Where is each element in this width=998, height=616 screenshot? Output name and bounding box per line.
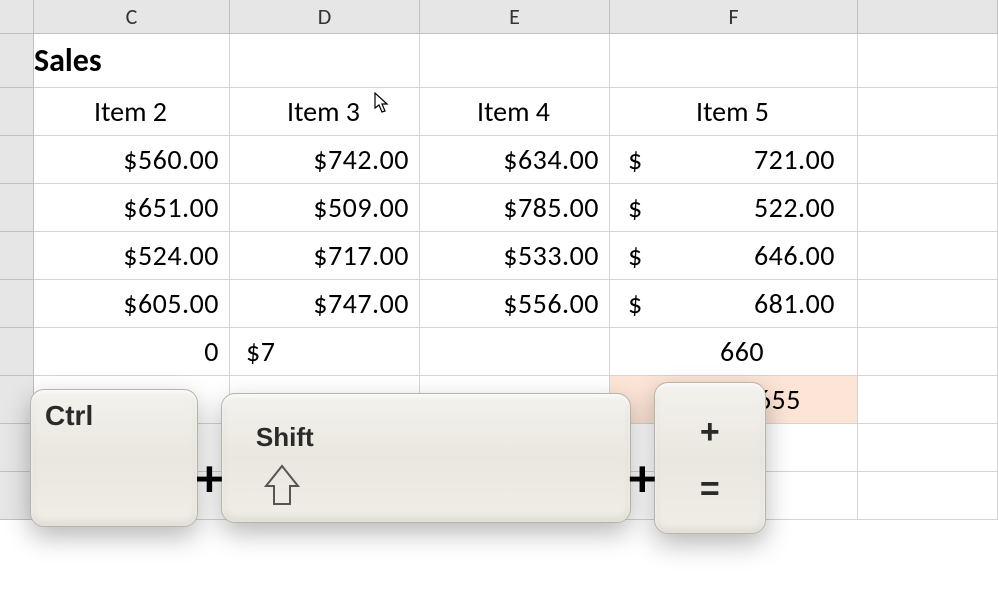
col-header-g[interactable] (858, 0, 998, 33)
row-head[interactable] (0, 232, 34, 280)
plus-symbol: + (700, 413, 720, 452)
plus-equals-key: + = (654, 382, 766, 534)
cell-e[interactable]: $634.00 (420, 136, 610, 184)
ctrl-key: Ctrl (30, 389, 198, 527)
cell-f[interactable]: $ 681.00 (610, 280, 858, 328)
plus-joiner: + (629, 445, 656, 511)
cell[interactable] (420, 328, 610, 376)
keyboard-shortcut-overlay: Ctrl + Shift + + = (30, 382, 766, 534)
data-row: $605.00 $747.00 $556.00 $ 681.00 (0, 280, 998, 328)
equals-symbol: = (700, 470, 720, 509)
cell[interactable] (858, 136, 998, 184)
cell[interactable] (858, 34, 998, 88)
cell-e[interactable]: $785.00 (420, 184, 610, 232)
cell-d[interactable]: $742.00 (230, 136, 420, 184)
cell-e[interactable]: $556.00 (420, 280, 610, 328)
title-row: Sales (0, 34, 998, 88)
data-row: $524.00 $717.00 $533.00 $ 646.00 (0, 232, 998, 280)
dollar-sign: $ (628, 190, 643, 225)
row-head[interactable] (0, 424, 34, 472)
shift-label: Shift (256, 422, 314, 452)
data-row: $560.00 $742.00 $634.00 $ 721.00 (0, 136, 998, 184)
cell[interactable] (610, 34, 858, 88)
data-row: $651.00 $509.00 $785.00 $ 522.00 (0, 184, 998, 232)
cell-c-frag[interactable]: 0 (34, 328, 230, 376)
row-head[interactable] (0, 34, 34, 88)
cell[interactable] (230, 34, 420, 88)
cell[interactable] (858, 280, 998, 328)
row-head[interactable] (0, 88, 34, 136)
header-stub (0, 0, 34, 33)
data-row-partial: 0 $7 660 (0, 328, 998, 376)
shift-key: Shift (221, 393, 631, 523)
amount: 681.00 (754, 286, 835, 321)
row-head[interactable] (0, 184, 34, 232)
cell-f[interactable]: $ 646.00 (610, 232, 858, 280)
cell[interactable] (858, 232, 998, 280)
cell[interactable] (858, 472, 998, 520)
dollar-sign: $ (628, 142, 643, 177)
cell-d[interactable]: $509.00 (230, 184, 420, 232)
col-header-d[interactable]: D (230, 0, 420, 33)
row-head[interactable] (0, 328, 34, 376)
col-header-f[interactable]: F (610, 0, 858, 33)
dollar-sign: $ (628, 286, 643, 321)
amount: 646.00 (754, 238, 835, 273)
cell[interactable] (858, 88, 998, 136)
cell[interactable] (858, 424, 998, 472)
amount: 721.00 (754, 142, 835, 177)
header-item-5[interactable]: Item 5 (610, 88, 858, 136)
row-head[interactable] (0, 472, 34, 520)
row-head[interactable] (0, 280, 34, 328)
cell[interactable] (858, 376, 998, 424)
cell[interactable] (858, 184, 998, 232)
cell-c[interactable]: $524.00 (34, 232, 230, 280)
cell-f[interactable]: $ 522.00 (610, 184, 858, 232)
plus-joiner: + (196, 445, 223, 511)
col-header-c[interactable]: C (34, 0, 230, 33)
cell-c[interactable]: $651.00 (34, 184, 230, 232)
row-head[interactable] (0, 136, 34, 184)
cell-f-frag[interactable]: 660 (610, 328, 858, 376)
header-item-4[interactable]: Item 4 (420, 88, 610, 136)
title-cell[interactable]: Sales (34, 34, 230, 88)
header-row: Item 2 Item 3 Item 4 Item 5 (0, 88, 998, 136)
header-item-3[interactable]: Item 3 (230, 88, 420, 136)
cell-c[interactable]: $605.00 (34, 280, 230, 328)
column-header-row: C D E F (0, 0, 998, 34)
spreadsheet-view: C D E F Sales Item 2 Item 3 Item 4 Item … (0, 0, 998, 616)
cell[interactable] (858, 328, 998, 376)
cell[interactable] (420, 34, 610, 88)
cell-d[interactable]: $747.00 (230, 280, 420, 328)
cell-c[interactable]: $560.00 (34, 136, 230, 184)
row-head[interactable] (0, 376, 34, 424)
ctrl-label: Ctrl (45, 400, 93, 431)
cell-e[interactable]: $533.00 (420, 232, 610, 280)
header-item-2[interactable]: Item 2 (34, 88, 230, 136)
amount: 522.00 (754, 190, 835, 225)
shift-arrow-icon (262, 464, 302, 515)
cell-d[interactable]: $717.00 (230, 232, 420, 280)
cell-d-frag[interactable]: $7 (230, 328, 420, 376)
col-header-e[interactable]: E (420, 0, 610, 33)
dollar-sign: $ (628, 238, 643, 273)
cell-f[interactable]: $ 721.00 (610, 136, 858, 184)
